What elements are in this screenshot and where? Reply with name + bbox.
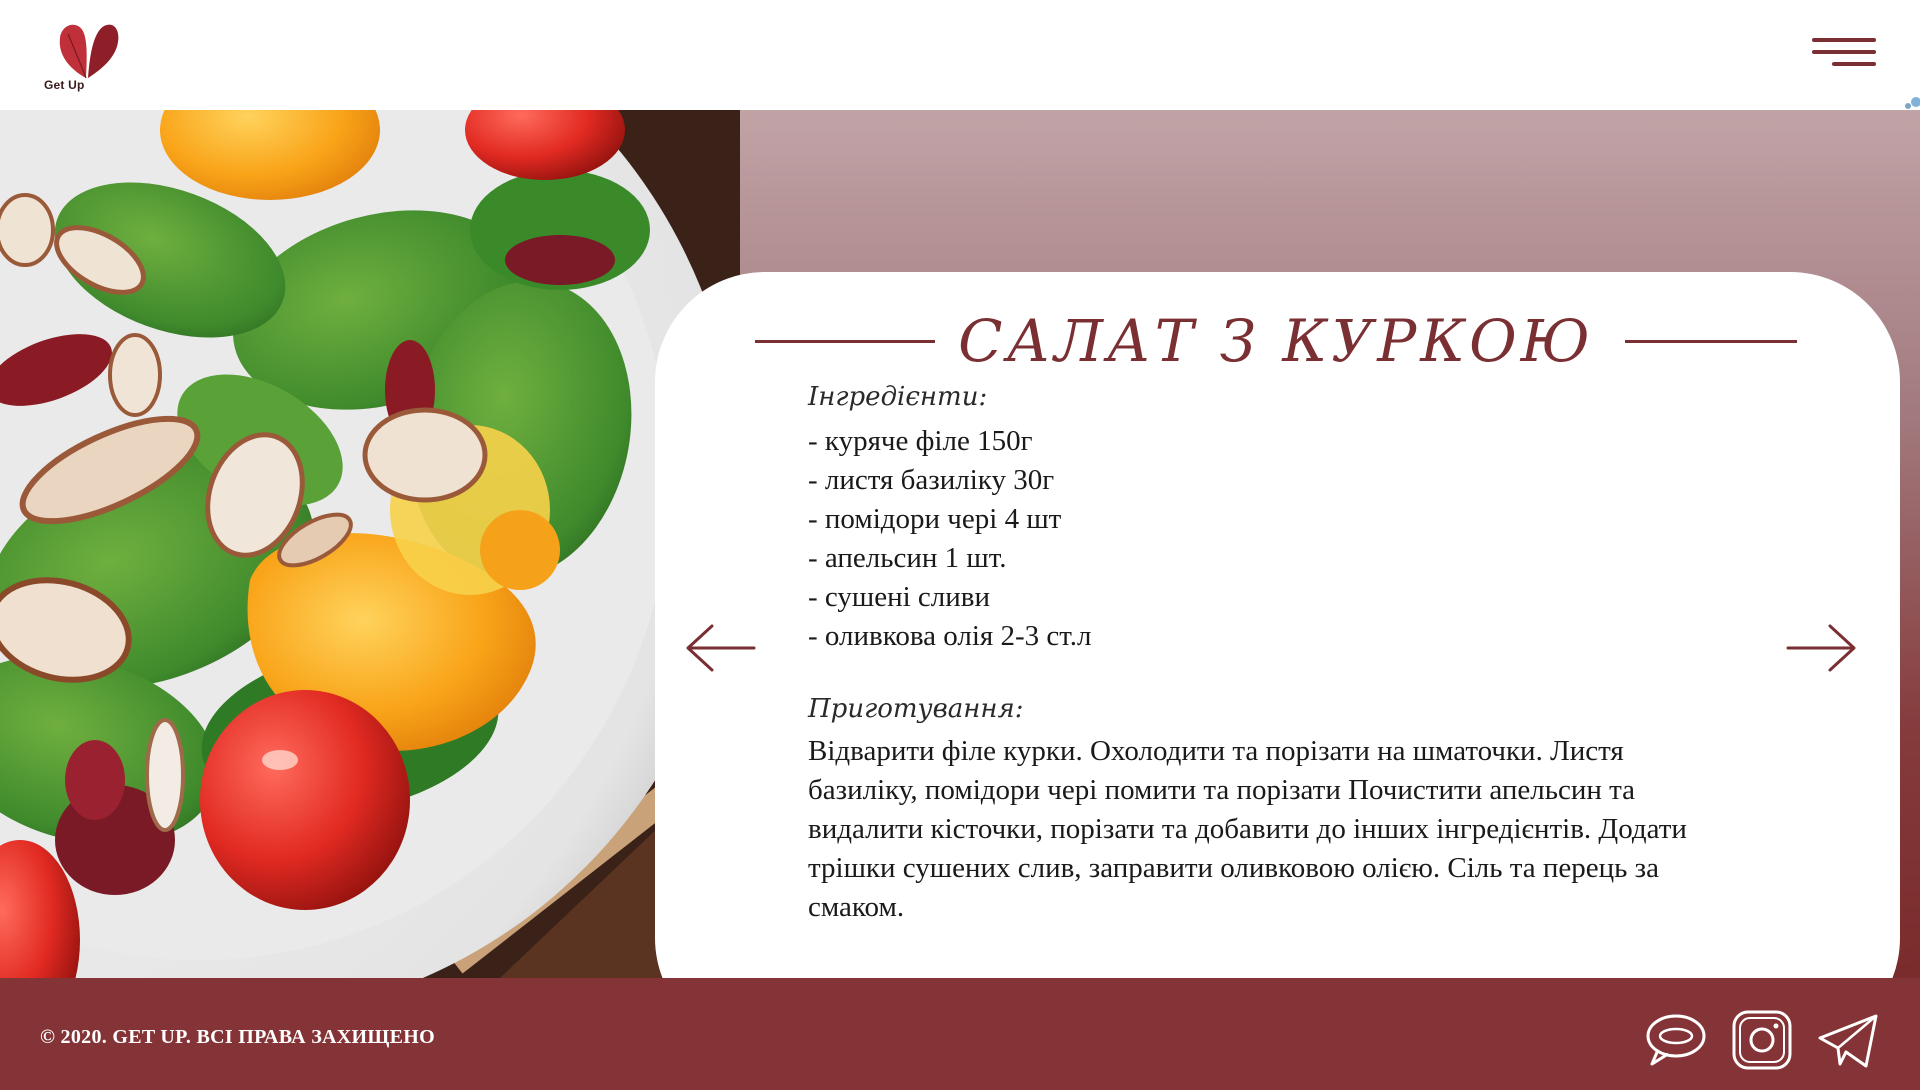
- hero-section: САЛАТ З КУРКОЮ Інгредієнти: - куряче філ…: [0, 110, 1920, 978]
- logo[interactable]: Get Up: [42, 20, 132, 95]
- preparation-label: Приготування:: [808, 694, 1024, 724]
- ingredient-item: - апельсин 1 шт.: [808, 542, 1007, 574]
- telegram-icon[interactable]: [1816, 1008, 1880, 1072]
- ingredients-list: - куряче філе 150г - листя базиліку 30г …: [808, 422, 1092, 656]
- recipe-title: САЛАТ З КУРКОЮ: [946, 307, 1606, 375]
- copyright-text: © 2020. GET UP. ВСІ ПРАВА ЗАХИЩЕНО: [40, 1026, 436, 1048]
- chat-bubble-icon[interactable]: [1644, 1008, 1708, 1072]
- salad-image: [0, 110, 740, 978]
- hamburger-menu-icon[interactable]: [1812, 36, 1878, 74]
- ingredients-label: Інгредієнти:: [808, 382, 988, 412]
- ingredient-item: - листя базиліку 30г: [808, 464, 1055, 496]
- preparation-text: Відварити філе курки. Охолодити та поріз…: [808, 735, 1687, 923]
- arrow-right-icon[interactable]: [1786, 624, 1858, 672]
- ingredient-item: - помідори чері 4 шт: [808, 503, 1062, 535]
- ingredient-item: - оливкова олія 2-3 ст.л: [808, 620, 1092, 652]
- logo-text: Get Up: [44, 78, 85, 92]
- ingredient-item: - куряче філе 150г: [808, 425, 1033, 457]
- recipe-title-wrap: САЛАТ З КУРКОЮ: [755, 302, 1797, 375]
- recipe-card: САЛАТ З КУРКОЮ Інгредієнти: - куряче філ…: [655, 272, 1900, 978]
- site-header: Get Up: [0, 0, 1920, 110]
- site-footer: © 2020. GET UP. ВСІ ПРАВА ЗАХИЩЕНО: [0, 978, 1920, 1090]
- ingredient-item: - сушені сливи: [808, 581, 991, 613]
- arrow-left-icon[interactable]: [684, 624, 756, 672]
- heart-leaves-icon: [59, 24, 119, 79]
- corner-decoration: [1905, 97, 1920, 109]
- instagram-icon[interactable]: [1730, 1008, 1794, 1072]
